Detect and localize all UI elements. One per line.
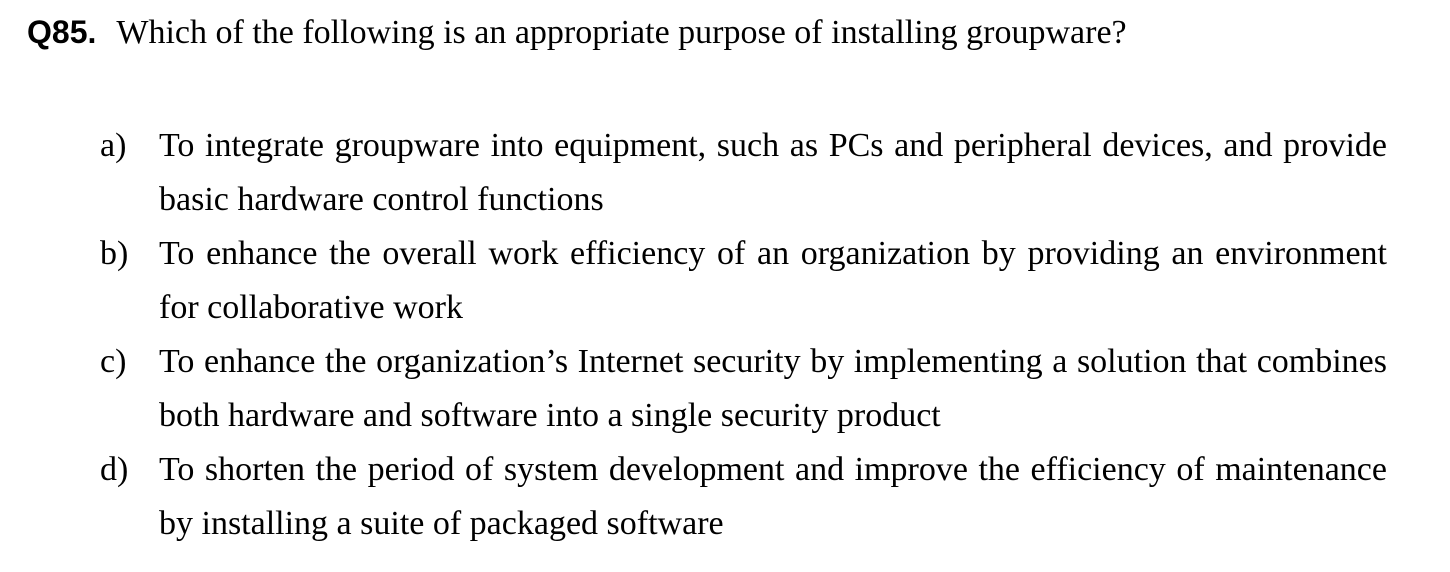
option-d: d) To shorten the period of system devel…	[100, 443, 1387, 551]
answer-options: a) To integrate groupware into equipment…	[100, 119, 1387, 551]
option-text: To enhance the overall work efficiency o…	[159, 235, 1387, 326]
question-number: Q85.	[27, 14, 97, 50]
option-letter: a)	[100, 127, 127, 164]
option-b: b) To enhance the overall work efficienc…	[100, 227, 1387, 335]
option-text: To shorten the period of system developm…	[159, 451, 1387, 542]
question-text: Which of the following is an appropriate…	[116, 14, 1127, 51]
option-text: To enhance the organization’s Internet s…	[159, 343, 1387, 434]
question-header: Q85. Which of the following is an approp…	[27, 14, 1127, 64]
option-letter: d)	[100, 451, 129, 488]
option-letter: c)	[100, 343, 127, 380]
option-a: a) To integrate groupware into equipment…	[100, 119, 1387, 227]
option-text: To integrate groupware into equipment, s…	[159, 127, 1387, 218]
option-letter: b)	[100, 235, 129, 272]
option-c: c) To enhance the organization’s Interne…	[100, 335, 1387, 443]
